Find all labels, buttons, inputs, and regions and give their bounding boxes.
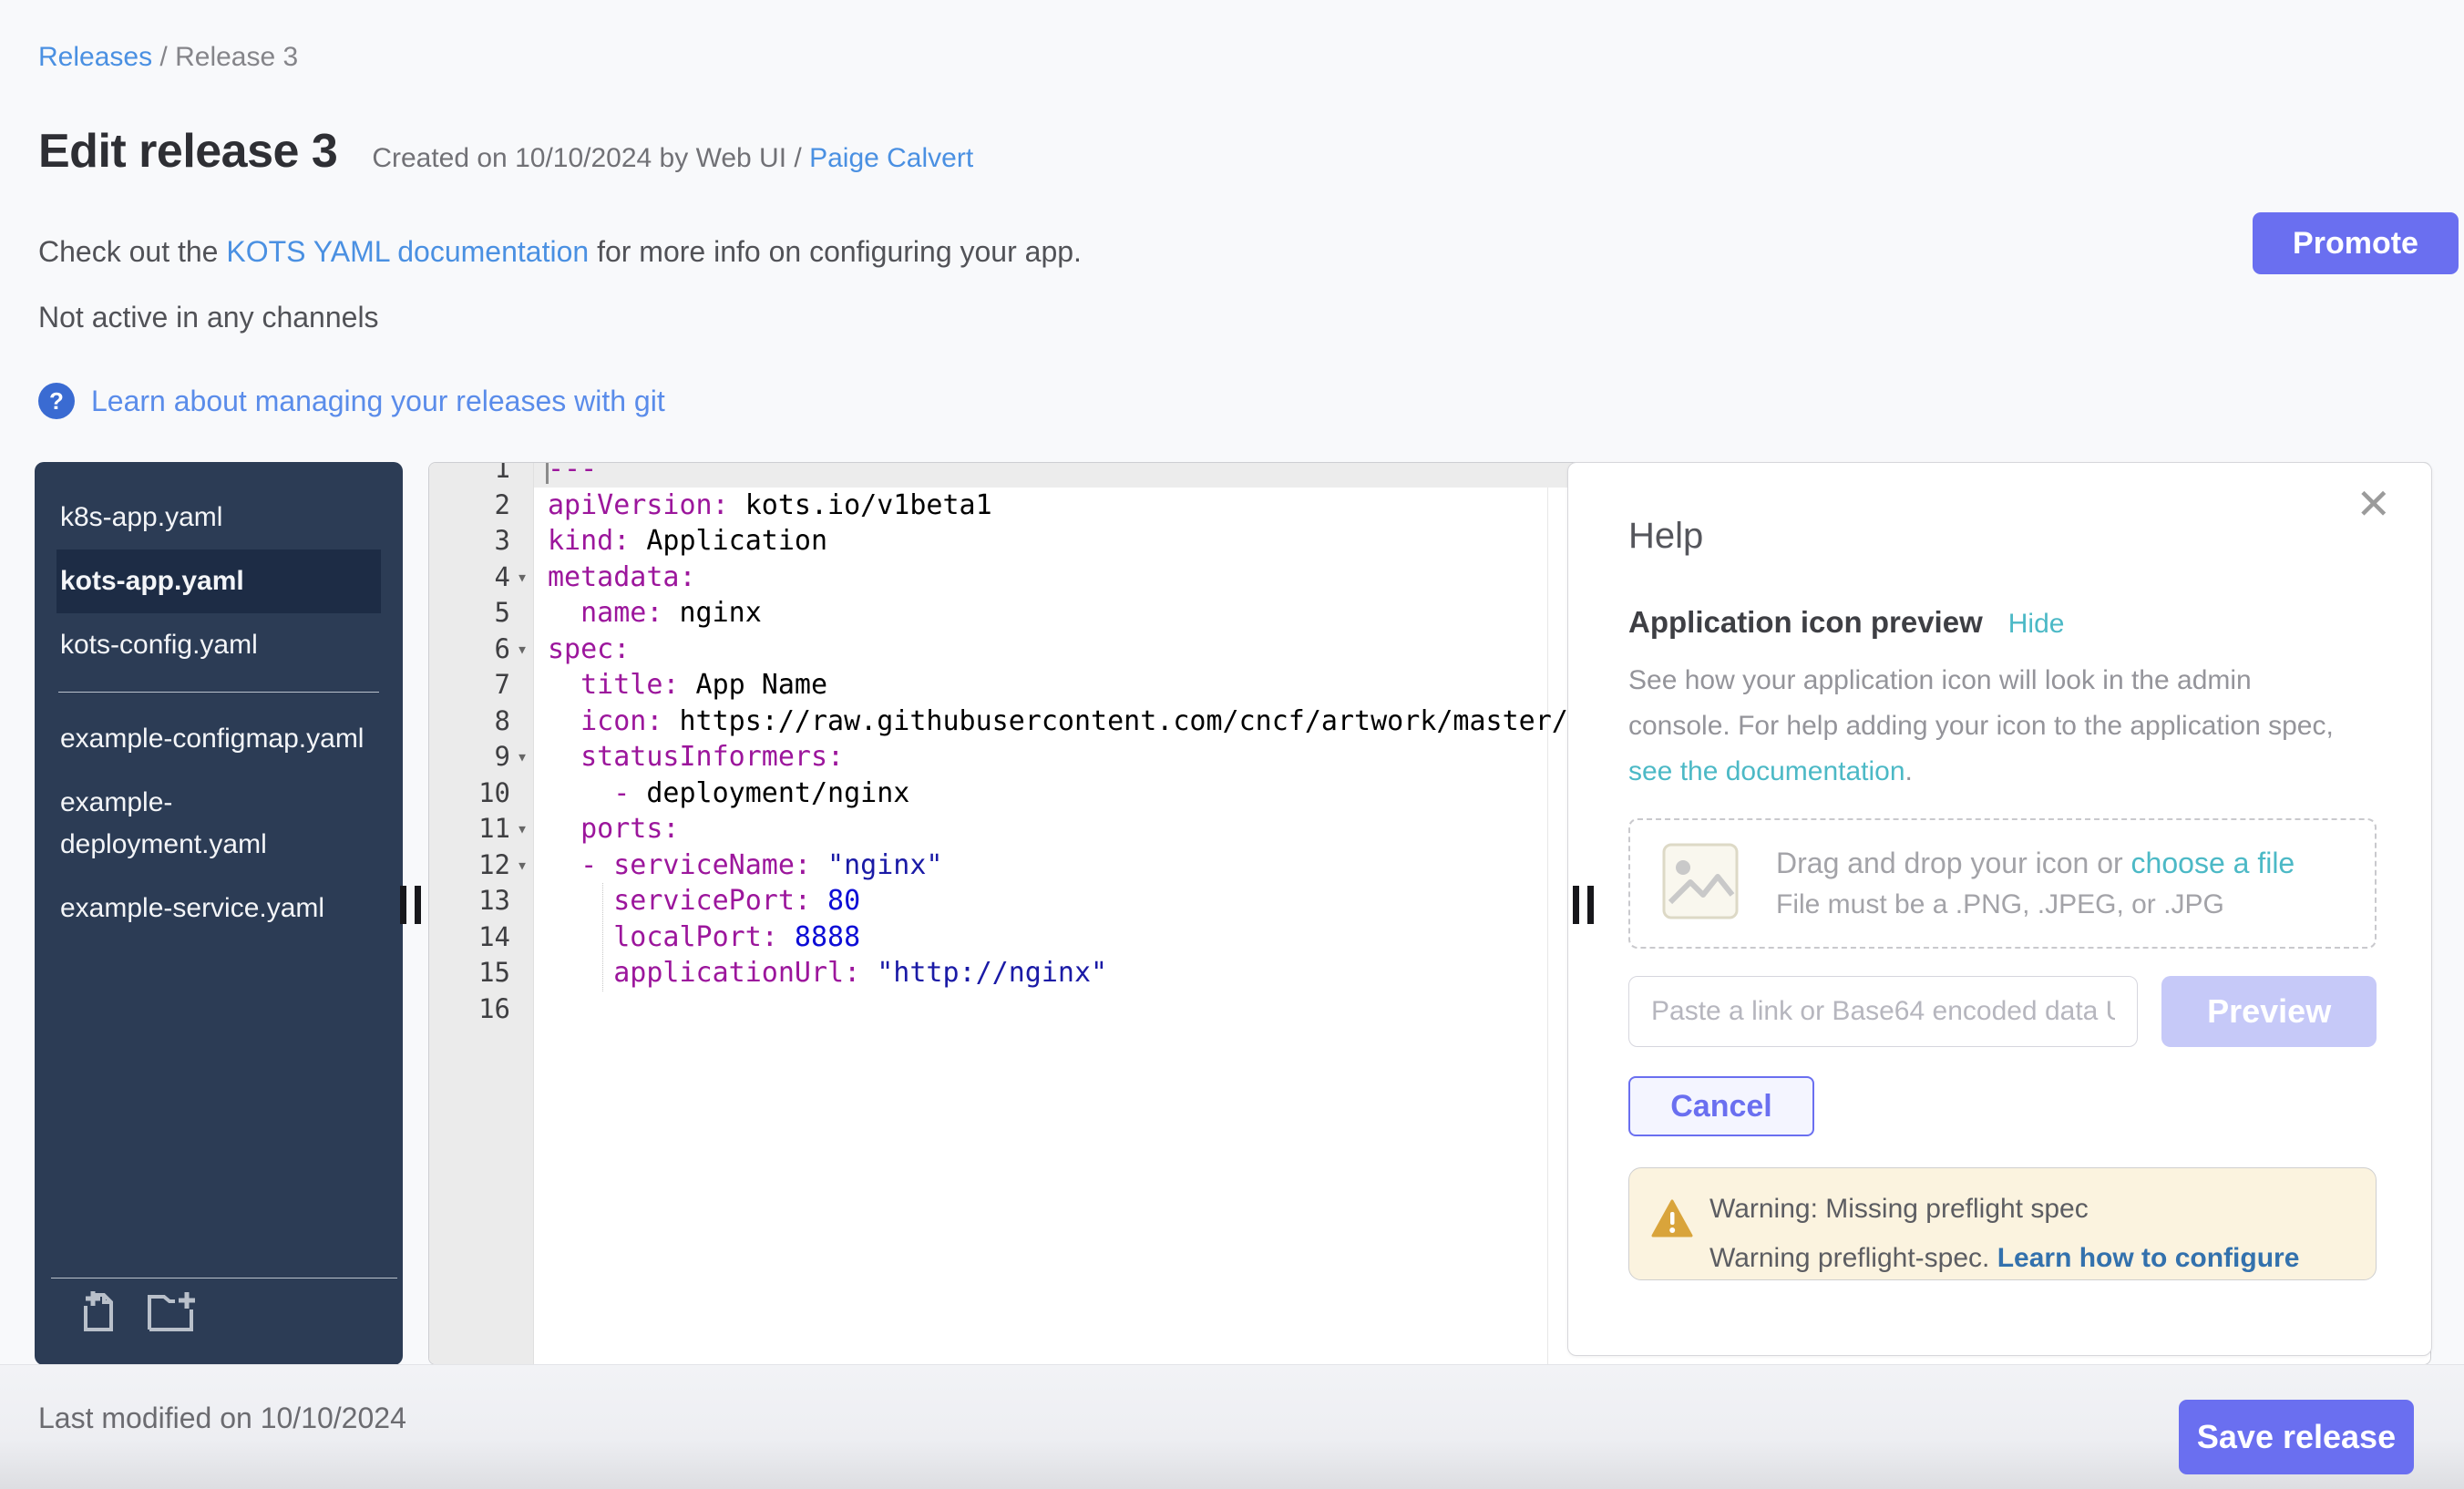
gutter-line-number: 4▾ <box>429 560 534 596</box>
gutter-line-number: 14 <box>429 919 534 956</box>
breadcrumb-separator: / <box>159 42 175 72</box>
gutter-line-number: 2 <box>429 488 534 524</box>
kots-yaml-doc-link[interactable]: KOTS YAML documentation <box>226 235 589 268</box>
fold-arrow-icon[interactable]: ▾ <box>510 560 534 596</box>
fold-arrow-icon[interactable]: ▾ <box>510 739 534 775</box>
file-item-example-configmap.yaml[interactable]: example-configmap.yaml <box>56 707 381 771</box>
warning-icon <box>1651 1199 1693 1244</box>
page-title: Edit release 3 <box>38 124 337 179</box>
preflight-warning: Warning: Missing preflight spec Warning … <box>1628 1167 2377 1280</box>
file-item-kots-config.yaml[interactable]: kots-config.yaml <box>56 613 381 677</box>
sidebar-bottom <box>51 1278 397 1365</box>
save-release-button[interactable]: Save release <box>2179 1400 2414 1474</box>
help-title: Help <box>1628 514 2377 558</box>
gutter-line-number: 12▾ <box>429 847 534 884</box>
gutter-line-number: 9▾ <box>429 739 534 775</box>
cancel-button[interactable]: Cancel <box>1628 1076 1814 1136</box>
footer-bar: Last modified on 10/10/2024 Save release <box>0 1364 2464 1489</box>
add-file-icon[interactable] <box>77 1289 124 1340</box>
preview-button[interactable]: Preview <box>2161 976 2377 1047</box>
dropzone-label: Drag and drop your icon or choose a file <box>1776 847 2295 880</box>
file-list: k8s-app.yamlkots-app.yamlkots-config.yam… <box>56 486 381 940</box>
created-by-link[interactable]: Paige Calvert <box>809 143 973 173</box>
see-documentation-link[interactable]: see the documentation <box>1628 756 1905 786</box>
breadcrumb: Releases / Release 3 <box>38 42 298 73</box>
title-row: Edit release 3 Created on 10/10/2024 by … <box>38 124 973 179</box>
file-item-k8s-app.yaml[interactable]: k8s-app.yaml <box>56 486 381 549</box>
file-item-example-deployment.yaml[interactable]: example-deployment.yaml <box>56 771 381 877</box>
fold-arrow-icon[interactable]: ▾ <box>510 811 534 847</box>
sidebar-resize-handle[interactable] <box>400 886 421 924</box>
edit-release-page: Releases / Release 3 Edit release 3 Crea… <box>0 0 2464 1489</box>
text-cursor <box>546 462 549 484</box>
gutter-line-number: 16 <box>429 991 534 1028</box>
gutter-line-number: 1 <box>429 462 534 488</box>
file-item-example-service.yaml[interactable]: example-service.yaml <box>56 877 381 940</box>
icon-preview-description: See how your application icon will look … <box>1628 658 2357 795</box>
choose-file-link[interactable]: choose a file <box>2131 847 2295 879</box>
breadcrumb-releases-link[interactable]: Releases <box>38 42 152 72</box>
gutter-line-number: 10 <box>429 775 534 812</box>
close-icon[interactable]: ✕ <box>2356 483 2391 525</box>
created-info: Created on 10/10/2024 by Web UI / Paige … <box>372 143 973 174</box>
icon-dropzone[interactable]: Drag and drop your icon or choose a file… <box>1628 818 2377 949</box>
fold-arrow-icon[interactable]: ▾ <box>510 632 534 668</box>
learn-configure-link[interactable]: Learn how to configure <box>1997 1243 2300 1273</box>
channel-status: Not active in any channels <box>38 301 379 334</box>
fold-arrow-icon[interactable]: ▾ <box>510 847 534 884</box>
doc-hint: Check out the KOTS YAML documentation fo… <box>38 235 1082 269</box>
git-help-row: ? Learn about managing your releases wit… <box>38 383 665 419</box>
last-modified-text: Last modified on 10/10/2024 <box>38 1402 406 1435</box>
warning-title: Warning: Missing preflight spec <box>1709 1194 2089 1225</box>
help-panel: ✕ Help Application icon preview Hide See… <box>1567 462 2432 1356</box>
gutter-line-number: 8 <box>429 703 534 740</box>
icon-url-input[interactable] <box>1628 976 2138 1047</box>
hide-link[interactable]: Hide <box>2008 609 2065 640</box>
file-sidebar: k8s-app.yamlkots-app.yamlkots-config.yam… <box>35 462 403 1365</box>
gutter-line-number: 15 <box>429 955 534 991</box>
dropzone-requirements: File must be a .PNG, .JPEG, or .JPG <box>1776 889 2295 920</box>
gutter-line-number: 3 <box>429 523 534 560</box>
icon-preview-title: Application icon preview <box>1628 605 1983 640</box>
gutter-line-number: 6▾ <box>429 632 534 668</box>
gutter-line-number: 7 <box>429 667 534 703</box>
gutter-line-number: 13 <box>429 883 534 919</box>
warning-detail: Warning preflight-spec. Learn how to con… <box>1709 1243 2299 1274</box>
question-icon: ? <box>38 383 75 419</box>
add-folder-icon[interactable] <box>144 1289 199 1340</box>
gutter-line-number: 11▾ <box>429 811 534 847</box>
help-resize-handle[interactable] <box>1573 886 1594 924</box>
file-item-kots-app.yaml[interactable]: kots-app.yaml <box>56 549 381 613</box>
file-list-divider <box>58 692 379 693</box>
gutter-line-number: 5 <box>429 595 534 632</box>
breadcrumb-current: Release 3 <box>175 42 298 72</box>
promote-button[interactable]: Promote <box>2253 212 2459 274</box>
git-releases-link[interactable]: Learn about managing your releases with … <box>91 385 665 418</box>
image-placeholder-icon <box>1661 842 1740 925</box>
